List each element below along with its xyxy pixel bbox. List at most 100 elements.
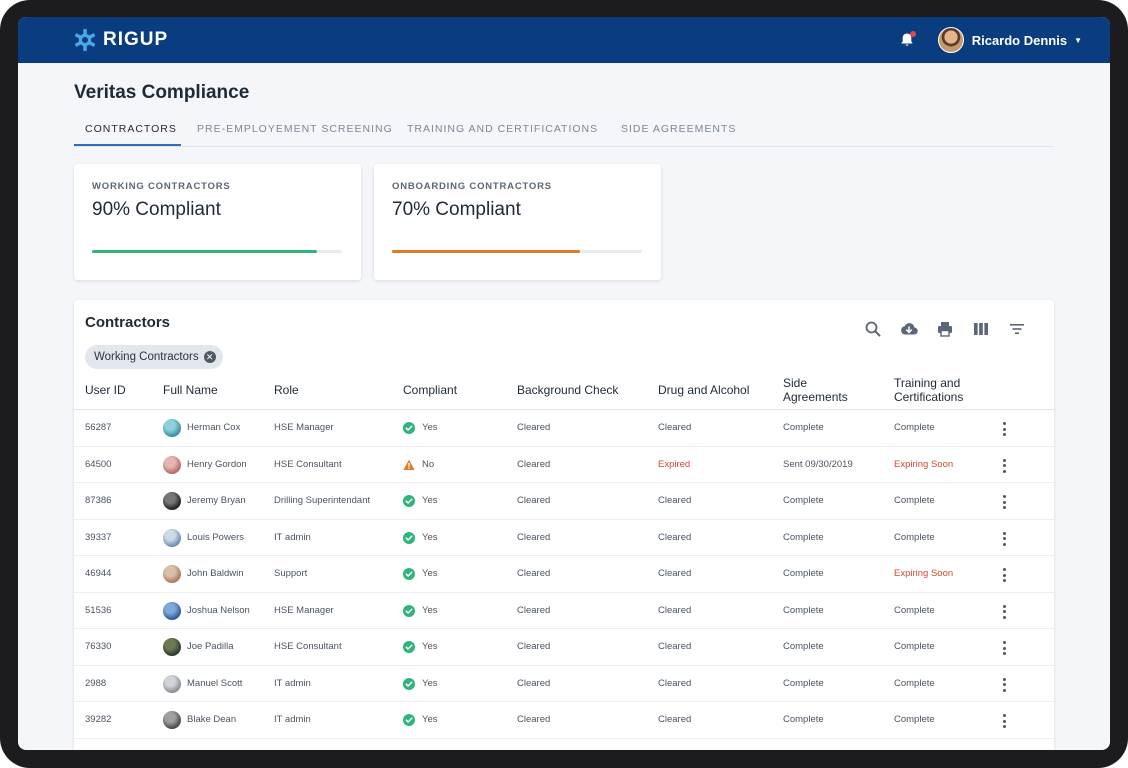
training-cell: Complete bbox=[894, 677, 935, 689]
role-cell: HSE Manager bbox=[274, 422, 334, 433]
table-row[interactable]: 39282 Blake Dean IT admin Yes Cleared Cl… bbox=[74, 702, 1054, 739]
columns-icon[interactable] bbox=[971, 319, 991, 339]
training-cell: Complete bbox=[894, 495, 935, 506]
drug-and-alcohol-cell: Cleared bbox=[658, 641, 692, 652]
row-menu-icon[interactable] bbox=[1003, 604, 1007, 619]
tab-pre-employment-screening[interactable]: PRE-EMPLOYEMENT SCREENING bbox=[197, 123, 393, 135]
training-cell: Complete bbox=[894, 604, 935, 616]
contractor-name: Joshua Nelson bbox=[187, 604, 250, 616]
full-name-cell[interactable]: Blake Dean bbox=[163, 702, 236, 738]
column-header-user-id[interactable]: User ID bbox=[85, 383, 126, 397]
full-name-cell[interactable]: Jeremy Bryan bbox=[163, 483, 246, 519]
user-id-cell: 64500 bbox=[85, 458, 112, 470]
tab-training-and-certifications[interactable]: TRAINING AND CERTIFICATIONS bbox=[407, 123, 598, 135]
compliant-cell: Yes bbox=[403, 702, 438, 738]
side-agreements-cell: Complete bbox=[783, 495, 824, 506]
row-menu-icon[interactable] bbox=[1003, 495, 1007, 509]
contractor-name: Manuel Scott bbox=[187, 677, 243, 689]
logo[interactable]: RIGUP bbox=[73, 28, 168, 52]
onboarding-contractors-card: ONBOARDING CONTRACTORS 70% Compliant bbox=[374, 164, 661, 280]
background-check-cell: Cleared bbox=[517, 422, 551, 433]
progress-fill bbox=[392, 250, 580, 253]
column-header-training-and-certifications[interactable]: Training and Certifications bbox=[894, 376, 963, 404]
table-row[interactable]: 56287 Herman Cox HSE Manager Yes Cleared… bbox=[74, 410, 1054, 447]
table-row[interactable]: 46944 John Baldwin Support Yes Cleared C… bbox=[74, 556, 1054, 593]
row-menu-icon[interactable] bbox=[1003, 714, 1007, 728]
row-menu-icon[interactable] bbox=[1003, 422, 1007, 436]
background-check-cell: Cleared bbox=[517, 495, 551, 506]
row-menu-icon[interactable] bbox=[1003, 641, 1007, 655]
row-menu-icon[interactable] bbox=[1003, 568, 1007, 582]
card-label: WORKING CONTRACTORS bbox=[92, 181, 231, 192]
notification-bell-icon[interactable] bbox=[898, 31, 916, 49]
drug-and-alcohol-cell: Cleared bbox=[658, 531, 692, 543]
contractor-name: Louis Powers bbox=[187, 531, 245, 543]
compliant-value: Yes bbox=[422, 495, 438, 506]
working-contractors-card: WORKING CONTRACTORS 90% Compliant bbox=[74, 164, 361, 280]
tab-bar: CONTRACTORS PRE-EMPLOYEMENT SCREENING TR… bbox=[74, 115, 1054, 147]
check-circle-icon bbox=[403, 495, 415, 507]
table-row[interactable]: 39337 Louis Powers IT admin Yes Cleared … bbox=[74, 520, 1054, 556]
header-line-2: Certifications bbox=[894, 390, 964, 404]
header-line-2: Agreements bbox=[783, 390, 848, 404]
column-header-background-check[interactable]: Background Check bbox=[517, 383, 618, 397]
column-header-side-agreements[interactable]: Side Agreements bbox=[783, 376, 848, 404]
compliant-value: No bbox=[422, 458, 435, 470]
table-row[interactable]: 2988 Manuel Scott IT admin Yes Cleared C… bbox=[74, 666, 1054, 702]
search-icon[interactable] bbox=[863, 319, 883, 339]
tab-contractors[interactable]: CONTRACTORS bbox=[85, 123, 177, 135]
full-name-cell[interactable]: Joe Padilla bbox=[163, 629, 233, 665]
column-header-drug-and-alcohol[interactable]: Drug and Alcohol bbox=[658, 383, 749, 397]
user-id-cell: 56287 bbox=[85, 422, 112, 433]
full-name-cell[interactable]: Herman Cox bbox=[163, 410, 240, 446]
page-title: Veritas Compliance bbox=[74, 82, 250, 103]
full-name-cell[interactable]: Louis Powers bbox=[163, 520, 244, 556]
table-row[interactable]: 87386 Jeremy Bryan Drilling Superintenda… bbox=[74, 483, 1054, 520]
side-agreements-cell: Complete bbox=[783, 568, 824, 579]
role-cell: Drilling Superintendant bbox=[274, 495, 371, 506]
user-id-cell: 76330 bbox=[85, 641, 112, 652]
compliant-cell: Yes bbox=[403, 520, 438, 556]
compliant-value: Yes bbox=[422, 714, 438, 725]
check-circle-icon bbox=[403, 422, 415, 434]
row-menu-icon[interactable] bbox=[1003, 531, 1007, 546]
card-value: 70% Compliant bbox=[392, 199, 521, 220]
remove-filter-icon[interactable]: ✕ bbox=[203, 351, 216, 363]
rigup-logo-icon bbox=[74, 29, 96, 51]
background-check-cell: Cleared bbox=[517, 677, 551, 689]
full-name-cell[interactable]: John Baldwin bbox=[163, 556, 244, 592]
user-avatar[interactable] bbox=[937, 27, 964, 53]
user-menu-caret-icon[interactable]: ▼ bbox=[1074, 36, 1082, 45]
column-header-role[interactable]: Role bbox=[274, 383, 299, 397]
background-check-cell: Cleared bbox=[517, 714, 551, 725]
table-row[interactable]: 64500 Henry Gordon HSE Consultant No Cle… bbox=[74, 447, 1054, 483]
column-header-full-name[interactable]: Full Name bbox=[163, 383, 218, 397]
full-name-cell[interactable]: Manuel Scott bbox=[163, 666, 242, 702]
chip-label: Working Contractors bbox=[94, 351, 199, 363]
table-body: 56287 Herman Cox HSE Manager Yes Cleared… bbox=[74, 410, 1054, 739]
filter-icon[interactable] bbox=[1007, 319, 1027, 339]
background-check-cell: Cleared bbox=[517, 458, 551, 470]
full-name-cell[interactable]: Joshua Nelson bbox=[163, 593, 250, 629]
drug-and-alcohol-cell: Cleared bbox=[658, 568, 692, 579]
side-agreements-cell: Complete bbox=[783, 531, 824, 543]
row-menu-icon[interactable] bbox=[1003, 458, 1007, 473]
progress-fill bbox=[92, 250, 317, 253]
table-row[interactable]: 51536 Joshua Nelson HSE Manager Yes Clea… bbox=[74, 593, 1054, 629]
notification-dot bbox=[909, 31, 916, 37]
print-icon[interactable] bbox=[935, 319, 955, 339]
filter-chip-working-contractors[interactable]: Working Contractors ✕ bbox=[85, 345, 223, 369]
table-row[interactable]: 76330 Joe Padilla HSE Consultant Yes Cle… bbox=[74, 629, 1054, 666]
full-name-cell[interactable]: Henry Gordon bbox=[163, 447, 247, 483]
background-check-cell: Cleared bbox=[517, 641, 551, 652]
compliant-value: Yes bbox=[422, 531, 438, 543]
user-name[interactable]: Ricardo Dennis bbox=[972, 33, 1067, 48]
tab-side-agreements[interactable]: SIDE AGREEMENTS bbox=[621, 123, 736, 135]
device-frame: RIGUP Ricardo Dennis ▼ Veritas Complianc… bbox=[0, 0, 1128, 768]
compliant-cell: Yes bbox=[403, 483, 438, 519]
cloud-download-icon[interactable] bbox=[899, 319, 919, 339]
column-header-compliant[interactable]: Compliant bbox=[403, 383, 457, 397]
side-agreements-cell: Complete bbox=[783, 641, 824, 652]
user-id-cell: 51536 bbox=[85, 604, 112, 616]
row-menu-icon[interactable] bbox=[1003, 677, 1007, 692]
